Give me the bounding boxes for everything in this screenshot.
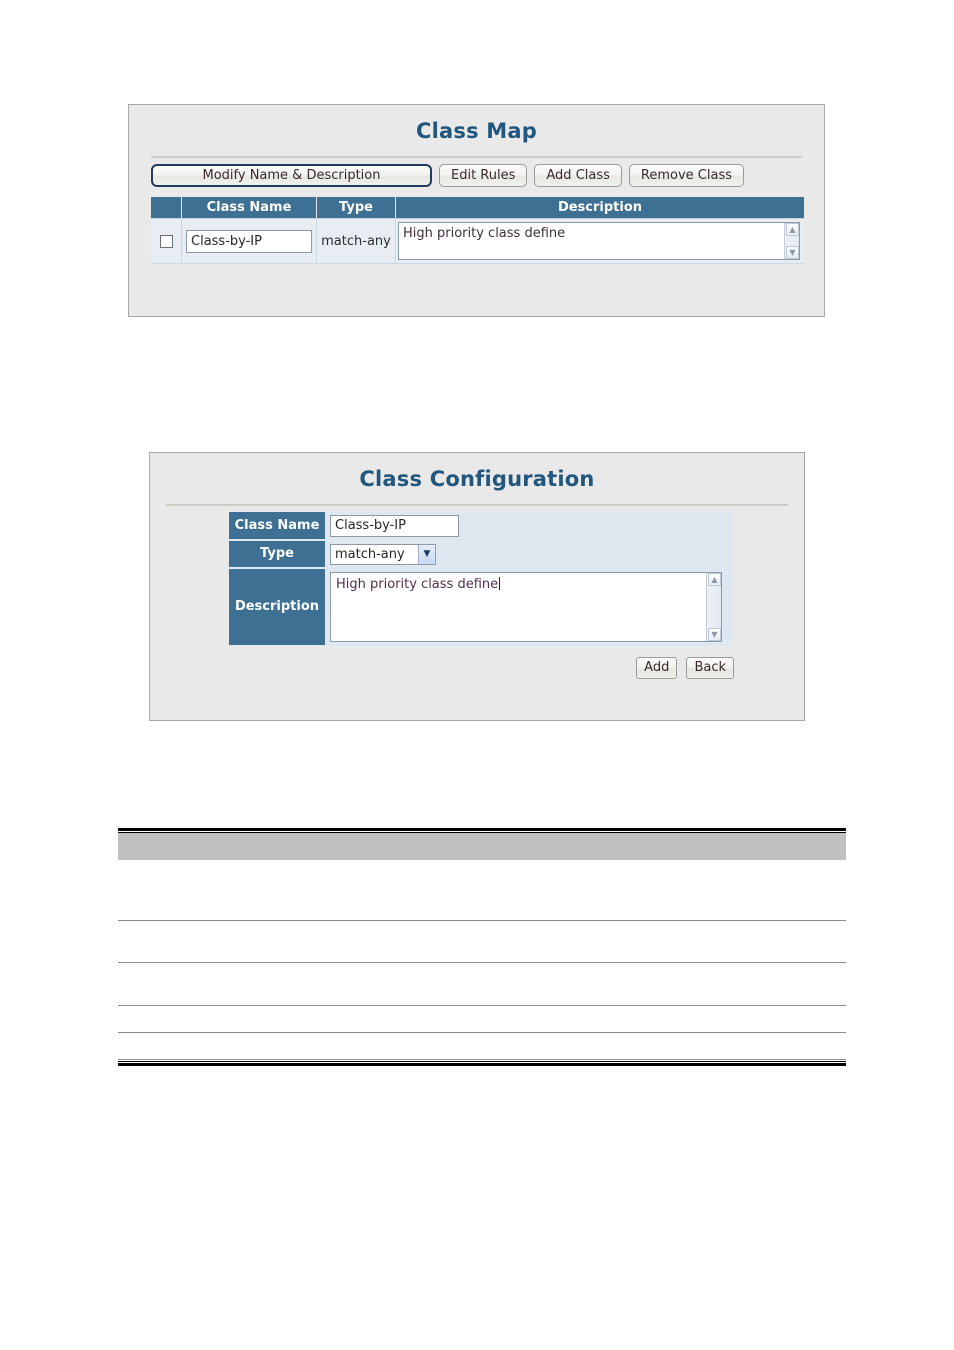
table-header-row: Class Name Type Description	[151, 197, 804, 219]
class-configuration-panel: Class Configuration Class Name Type matc…	[149, 452, 805, 721]
scroll-up-icon[interactable]: ▲	[786, 223, 799, 236]
column-header-select	[151, 197, 182, 219]
class-map-toolbar: Modify Name & Description Edit Rules Add…	[151, 163, 806, 187]
table-cell	[118, 963, 846, 967]
type-select[interactable]: match-any ▼	[330, 543, 436, 565]
type-selected-value: match-any	[335, 546, 405, 562]
column-header-description: Description	[395, 197, 804, 219]
add-class-button[interactable]: Add Class	[534, 163, 622, 187]
form-row-description: Description High priority class define ▲…	[229, 567, 734, 646]
scroll-down-icon[interactable]: ▼	[708, 627, 721, 641]
scroll-up-icon[interactable]: ▲	[708, 572, 721, 586]
add-button[interactable]: Add	[636, 657, 678, 679]
column-header-type: Type	[316, 197, 396, 219]
remove-class-button[interactable]: Remove Class	[628, 163, 744, 187]
description-field-scrollbar[interactable]: ▲ ▼	[706, 572, 721, 641]
table-row	[118, 1006, 846, 1033]
row-class-name-cell	[181, 218, 317, 264]
class-name-field-cell	[326, 511, 734, 540]
type-field-cell: match-any ▼	[326, 539, 734, 568]
modify-name-description-button[interactable]: Modify Name & Description	[151, 163, 432, 187]
chevron-down-icon[interactable]: ▼	[418, 544, 435, 564]
description-field-cell: High priority class define ▲ ▼	[326, 567, 734, 646]
class-map-panel: Class Map Modify Name & Description Edit…	[128, 104, 825, 317]
scroll-down-icon[interactable]: ▼	[786, 246, 799, 259]
description-text: High priority class define	[403, 226, 566, 241]
description-field-text: High priority class define	[336, 576, 499, 592]
table-header-cell	[118, 833, 846, 837]
form-row-class-name: Class Name	[229, 511, 734, 540]
text-caret	[499, 576, 501, 590]
description-field-text-wrap: High priority class define	[336, 576, 701, 593]
class-name-field[interactable]	[330, 514, 459, 537]
description-label: Description	[229, 567, 326, 646]
form-row-type: Type match-any ▼	[229, 539, 734, 568]
edit-rules-button[interactable]: Edit Rules	[439, 163, 528, 187]
row-type-value: match-any	[316, 218, 396, 264]
table-row	[118, 921, 846, 963]
table-header-band	[118, 833, 846, 860]
table-row	[118, 860, 846, 921]
table-row	[118, 963, 846, 1006]
class-map-table: Class Name Type Description match-any Hi…	[151, 197, 804, 264]
row-description-cell: High priority class define ▲ ▼	[395, 218, 804, 264]
table-row: match-any High priority class define ▲ ▼	[151, 218, 804, 264]
description-field[interactable]: High priority class define ▲ ▼	[330, 571, 722, 642]
class-configuration-form: Class Name Type match-any ▼ Description	[229, 511, 734, 646]
row-select-cell	[151, 218, 182, 264]
table-cell	[118, 1033, 846, 1037]
table-bottom-rule	[118, 1061, 846, 1062]
class-configuration-actions: Add Back	[229, 656, 734, 679]
table-cell	[118, 921, 846, 925]
table-cell	[118, 860, 846, 864]
description-textarea[interactable]: High priority class define ▲ ▼	[398, 222, 800, 260]
page-title: Class Map	[416, 119, 537, 143]
class-name-label: Class Name	[229, 511, 326, 540]
class-name-input[interactable]	[186, 229, 312, 253]
table-bottom-rule-2	[118, 1063, 846, 1066]
column-header-class-name: Class Name	[181, 197, 317, 219]
table-row	[118, 1033, 846, 1060]
class-configuration-title: Class Configuration	[359, 467, 595, 491]
parameter-description-table	[118, 828, 846, 1066]
description-scrollbar[interactable]: ▲ ▼	[784, 223, 799, 259]
row-checkbox[interactable]	[159, 234, 173, 248]
title-divider	[166, 504, 788, 507]
table-top-rule	[118, 828, 846, 831]
back-button[interactable]: Back	[686, 657, 734, 679]
type-label: Type	[229, 539, 326, 568]
table-cell	[118, 1006, 846, 1010]
title-divider	[151, 156, 802, 159]
